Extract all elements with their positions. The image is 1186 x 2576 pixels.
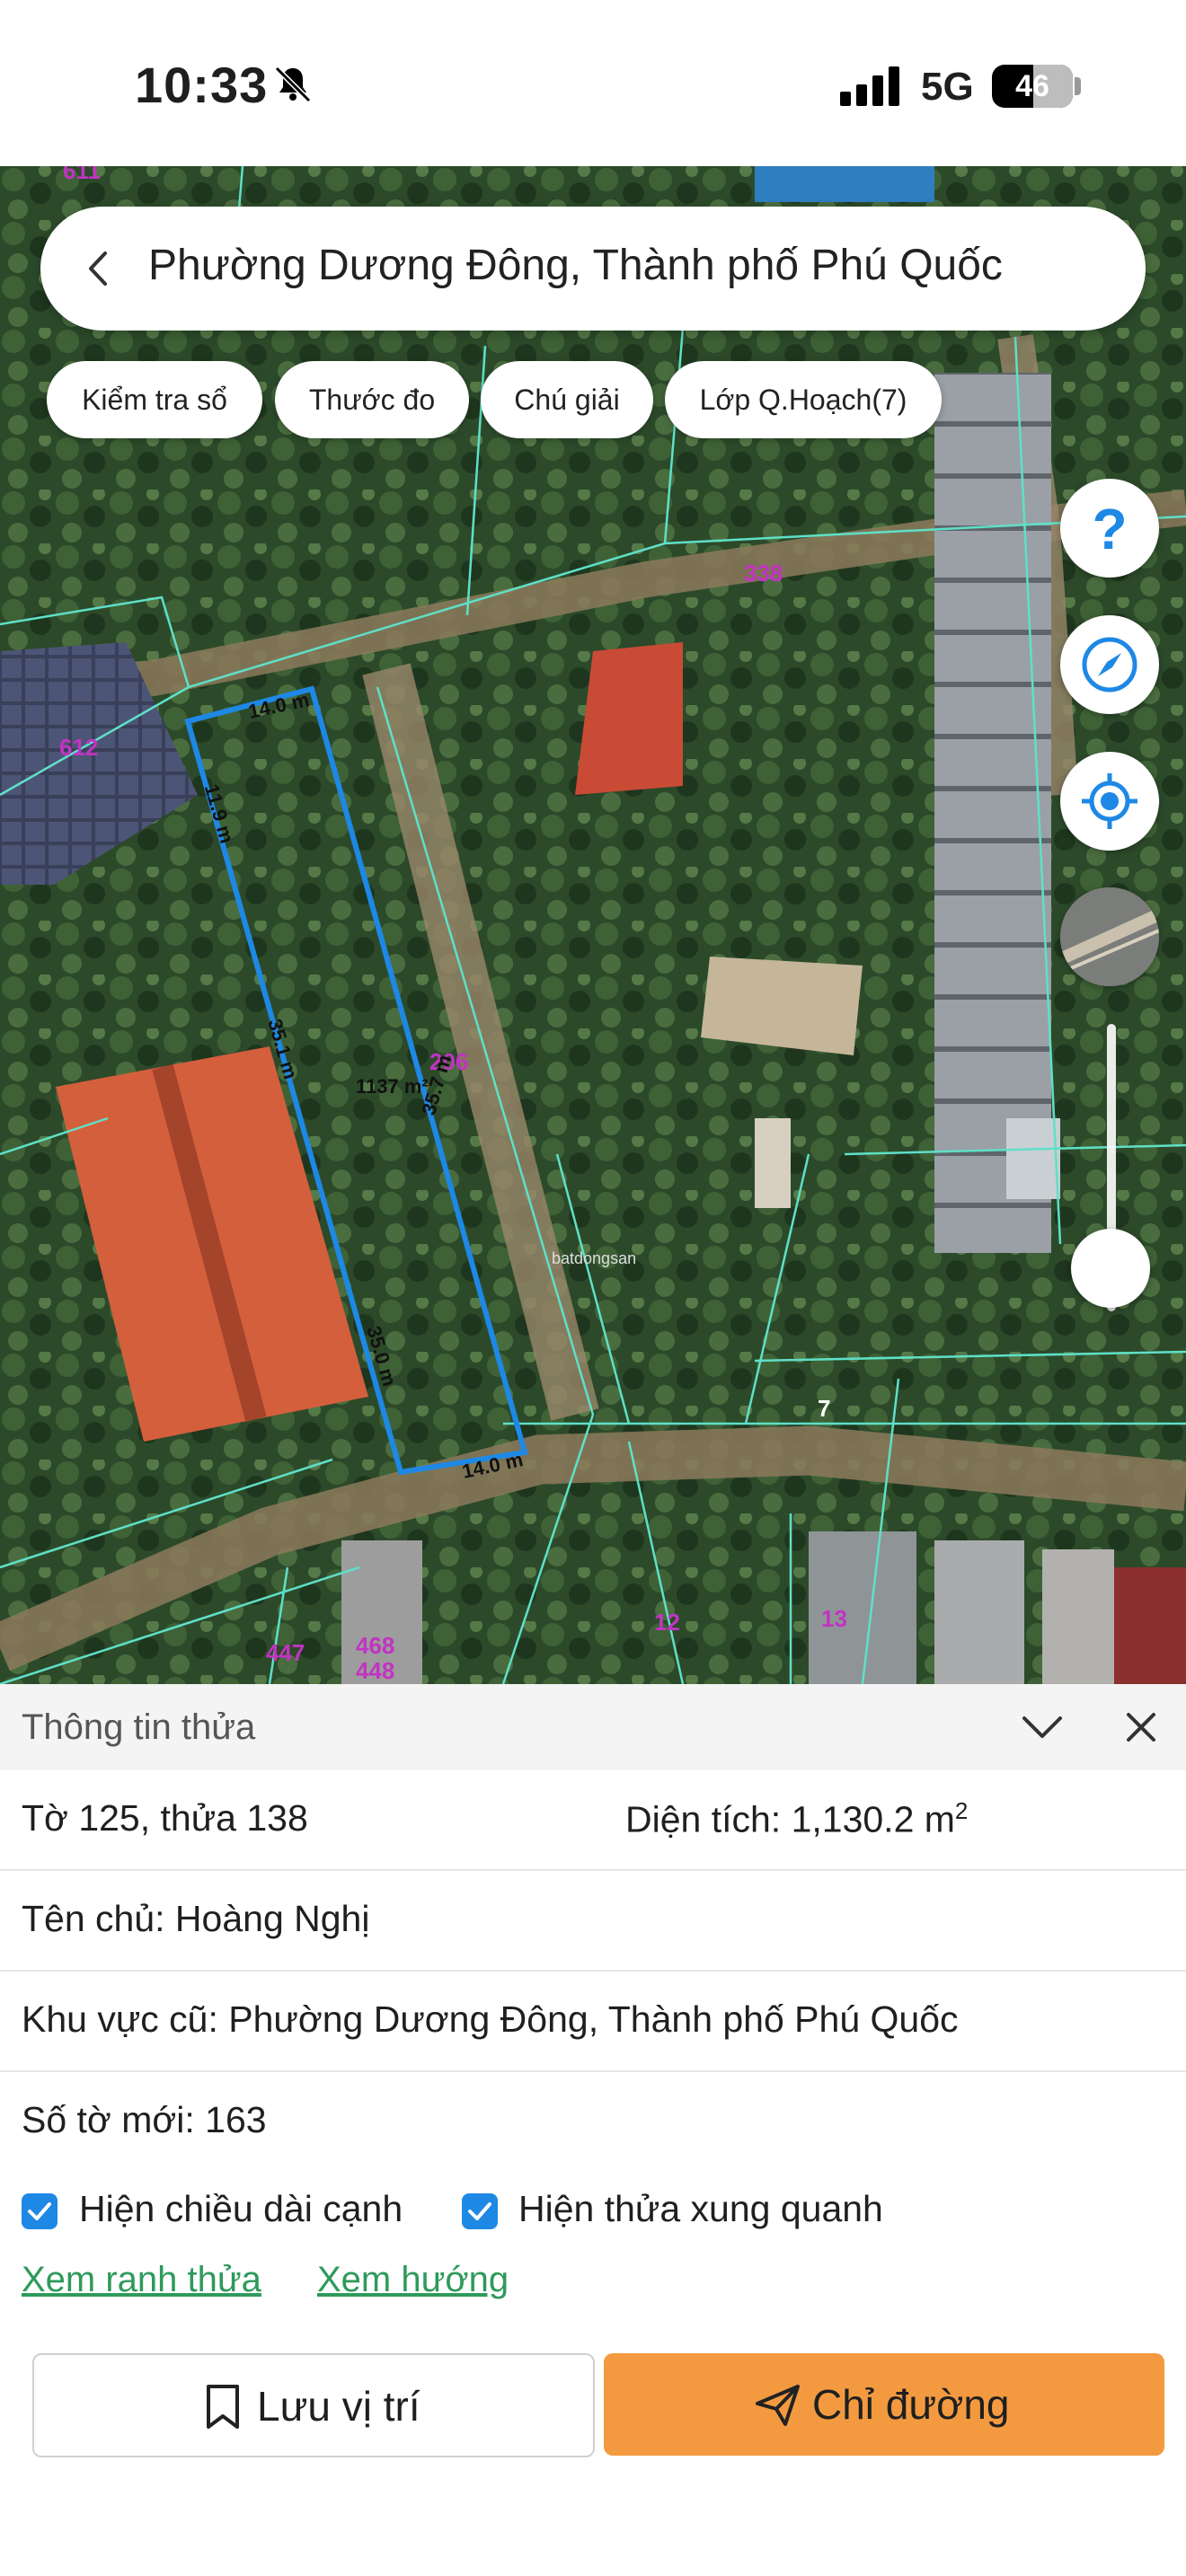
- save-location-button[interactable]: Lưu vị trí: [32, 2353, 595, 2457]
- owner-row: Tên chủ: Hoàng Nghị: [0, 1871, 1186, 1972]
- plot-label: 468: [356, 1632, 395, 1659]
- save-location-label: Lưu vị trí: [257, 2383, 420, 2430]
- battery-icon: 46: [992, 65, 1073, 108]
- status-bar: 10:33 5G 46: [0, 0, 1186, 166]
- chip-ruler[interactable]: Thước đo: [275, 361, 469, 438]
- new-sheet-number: Số tờ mới: 163: [22, 2099, 267, 2140]
- area-unit-superscript: 2: [954, 1797, 969, 1824]
- my-location-button[interactable]: [1060, 752, 1159, 851]
- satellite-map[interactable]: 611 338 612 206 7 447 468 448 12 13 14.0…: [0, 166, 1186, 1684]
- checkmark-icon: [28, 2202, 51, 2220]
- new-sheet-row: Số tờ mới: 163: [0, 2072, 1186, 2171]
- my-location-icon: [1082, 773, 1137, 829]
- chip-legend[interactable]: Chú giải: [481, 361, 653, 438]
- plot-label: 12: [654, 1609, 680, 1636]
- plot-label: 13: [821, 1605, 847, 1632]
- area-label: 1137 m²: [356, 1075, 429, 1098]
- old-area-row: Khu vực cũ: Phường Dương Đông, Thành phố…: [0, 1972, 1186, 2072]
- watermark: batdongsan: [552, 1249, 637, 1267]
- old-area: Khu vực cũ: Phường Dương Đông, Thành phố…: [22, 1998, 959, 2040]
- plot-label: 447: [266, 1639, 305, 1666]
- chevron-down-icon[interactable]: [1017, 1706, 1067, 1749]
- layers-button[interactable]: [1060, 887, 1159, 986]
- show-edge-length-checkbox[interactable]: [22, 2193, 58, 2229]
- battery-level: 46: [1015, 69, 1049, 103]
- owner-name: Tên chủ: Hoàng Nghị: [22, 1898, 370, 1939]
- parcel-info-header: Thông tin thửa: [0, 1684, 1186, 1770]
- parcel-id-row: Tờ 125, thửa 138 Diện tích: 1,130.2 m2: [0, 1770, 1186, 1871]
- plot-label: 7: [818, 1395, 831, 1422]
- panel-title: Thông tin thửa: [22, 1707, 256, 1747]
- checkmark-icon: [468, 2202, 491, 2220]
- plot-label: 338: [744, 560, 783, 587]
- help-button[interactable]: ?: [1060, 479, 1159, 578]
- battery-tip: [1075, 77, 1081, 95]
- show-neighbors-label[interactable]: Hiện thửa xung quanh: [518, 2188, 883, 2230]
- view-boundary-link[interactable]: Xem ranh thửa: [22, 2260, 261, 2300]
- area-value: Diện tích: 1,130.2 m2: [625, 1797, 968, 1841]
- show-edge-length-label[interactable]: Hiện chiều dài cạnh: [79, 2188, 403, 2230]
- directions-label: Chỉ đường: [812, 2381, 1010, 2428]
- directions-button[interactable]: Chỉ đường: [604, 2353, 1164, 2456]
- sheet-parcel: Tờ 125, thửa 138: [22, 1797, 308, 1839]
- plot-label: 611: [63, 166, 101, 184]
- help-icon: ?: [1092, 497, 1127, 560]
- bell-slash-icon: [274, 66, 312, 103]
- network-type: 5G: [921, 65, 974, 109]
- chip-planning-layer[interactable]: Lớp Q.Hoạch(7): [665, 361, 942, 438]
- layers-icon: [1060, 887, 1159, 986]
- bookmark-icon: [207, 2385, 239, 2429]
- show-neighbors-checkbox[interactable]: [462, 2193, 498, 2229]
- plot-label: 448: [356, 1657, 395, 1684]
- compass-icon: [1082, 637, 1137, 693]
- location-search-bar[interactable]: Phường Dương Đông, Thành phố Phú Quốc: [40, 207, 1146, 331]
- view-direction-link[interactable]: Xem hướng: [317, 2260, 509, 2300]
- area-text: Diện tích: 1,130.2 m: [625, 1798, 955, 1840]
- clock: 10:33: [135, 57, 269, 113]
- chip-check-book[interactable]: Kiểm tra sổ: [47, 361, 262, 438]
- compass-button[interactable]: [1060, 615, 1159, 714]
- zoom-slider-thumb[interactable]: [1071, 1229, 1150, 1308]
- back-arrow-icon[interactable]: [76, 246, 121, 291]
- plot-label: 612: [59, 734, 99, 761]
- signal-icon: [840, 66, 899, 106]
- send-icon: [756, 2385, 800, 2426]
- close-icon[interactable]: [1120, 1706, 1163, 1749]
- svg-text:?: ?: [1092, 497, 1127, 560]
- location-title: Phường Dương Đông, Thành phố Phú Quốc: [148, 242, 1003, 289]
